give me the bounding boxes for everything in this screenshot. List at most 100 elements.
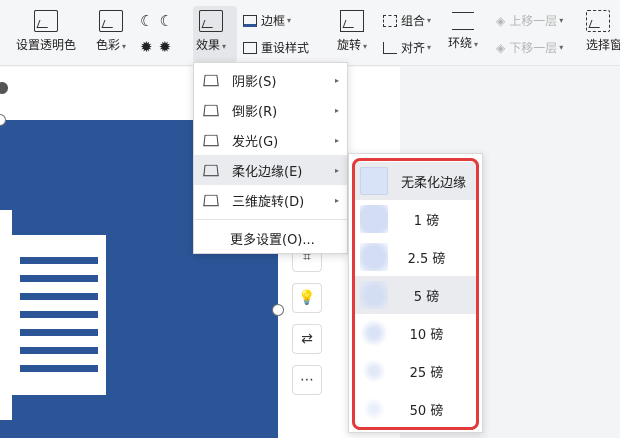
rotate-text: 旋转	[337, 38, 362, 52]
soft-edge-preview	[360, 395, 388, 423]
brightness-down-icon[interactable]: ☾	[159, 12, 172, 30]
brightness-up-icon[interactable]: ☾	[140, 12, 153, 30]
menu-item-label: 倒影(R)	[232, 104, 278, 120]
chevron-right-icon: ▸	[334, 165, 339, 175]
border-icon	[243, 14, 257, 27]
border-button[interactable]: 边框 ▾	[243, 12, 291, 29]
reset-style-icon	[243, 41, 257, 54]
page-line	[20, 275, 98, 282]
effects-icon	[199, 10, 224, 32]
wrap-text: 环绕	[448, 36, 473, 50]
border-label: 边框	[261, 14, 286, 28]
soft-edge-none[interactable]: 无柔化边缘	[354, 162, 479, 200]
more-icon[interactable]: ⋯	[292, 365, 322, 395]
soft-edge-50pt[interactable]: 50 磅	[354, 390, 479, 428]
effects-text: 效果	[196, 38, 221, 52]
menu-item-label: 三维旋转(D)	[232, 194, 305, 210]
menu-item-glow[interactable]: 发光(G) ▸	[194, 125, 347, 155]
bring-forward-icon: ◈	[496, 13, 506, 28]
menu-item-more-settings[interactable]: 更多设置(O)...	[194, 223, 347, 253]
soft-edge-1pt[interactable]: 1 磅	[354, 200, 479, 238]
lightbulb-icon[interactable]: 💡	[292, 283, 322, 313]
soft-edge-label: 5 磅	[413, 289, 440, 305]
soft-edge-preview	[360, 205, 388, 233]
page-line	[20, 293, 98, 300]
chevron-down-icon: ▾	[427, 16, 432, 25]
effects-button[interactable]: 效果 ▾	[196, 10, 226, 53]
color-label: 色彩 ▾	[96, 36, 126, 53]
soft-edges-submenu: 无柔化边缘 1 磅 2.5 磅 5 磅 10 磅 25 磅 50 磅	[348, 153, 483, 433]
app-window: 设置透明色 色彩 ▾ ☾ ☾ ✹ ✹ 效果 ▾ 边框 ▾ 重设样式 旋转 ▾ 组…	[0, 0, 620, 438]
picture-toolbar: 设置透明色 色彩 ▾ ☾ ☾ ✹ ✹ 效果 ▾ 边框 ▾ 重设样式 旋转 ▾ 组…	[0, 0, 620, 66]
send-backward-icon: ◈	[496, 40, 506, 55]
soft-edge-2-5pt[interactable]: 2.5 磅	[354, 238, 479, 276]
wrap-button[interactable]: 环绕 ▾	[448, 12, 478, 51]
reset-style-label: 重设样式	[261, 41, 310, 55]
contrast-down-icon[interactable]: ✹	[159, 38, 172, 56]
menu-item-shadow[interactable]: 阴影(S) ▸	[194, 65, 347, 95]
align-button[interactable]: 对齐 ▾	[383, 39, 431, 56]
rotate-button[interactable]: 旋转 ▾	[337, 10, 367, 53]
chevron-down-icon: ▾	[122, 42, 127, 51]
resize-handle-right[interactable]	[272, 304, 284, 316]
soft-edge-label: 无柔化边缘	[400, 175, 466, 191]
soft-edge-label: 10 磅	[409, 327, 444, 343]
color-button[interactable]: 色彩 ▾	[96, 10, 126, 53]
group-button[interactable]: 组合 ▾	[383, 12, 431, 29]
send-backward-button[interactable]: ◈ 下移一层 ▾	[496, 39, 563, 56]
more-glyph: ⋯	[300, 372, 314, 388]
wrap-label: 环绕 ▾	[448, 34, 478, 51]
menu-item-3d-rotation[interactable]: 三维旋转(D) ▸	[194, 185, 347, 215]
menu-item-soft-edges[interactable]: 柔化边缘(E) ▸	[194, 155, 347, 185]
chevron-right-icon: ▸	[334, 105, 339, 115]
chevron-down-icon: ▾	[559, 16, 564, 25]
bring-forward-label: 上移一层	[509, 14, 558, 28]
reflection-icon	[203, 104, 219, 117]
page-line	[20, 311, 98, 318]
soft-edge-label: 2.5 磅	[407, 251, 446, 267]
transparent-icon	[34, 10, 58, 32]
rotate-icon	[340, 10, 365, 32]
set-transparent-button[interactable]: 设置透明色	[16, 10, 76, 53]
soft-edge-preview	[360, 281, 388, 309]
more-settings-label: 更多设置(O)...	[230, 232, 315, 248]
chevron-down-icon: ▾	[363, 42, 368, 51]
menu-item-reflection[interactable]: 倒影(R) ▸	[194, 95, 347, 125]
selection-pane-button[interactable]: 选择窗	[586, 10, 620, 53]
align-icon	[383, 41, 397, 54]
soft-edge-preview	[360, 319, 388, 347]
chevron-right-icon: ▸	[334, 195, 339, 205]
group-label: 组合	[401, 14, 426, 28]
menu-item-label: 阴影(S)	[232, 74, 277, 90]
word-page-shape	[12, 235, 106, 395]
chevron-down-icon: ▾	[474, 40, 479, 49]
selection-pane-icon	[586, 10, 610, 32]
reset-style-button[interactable]: 重设样式	[243, 39, 309, 56]
soft-edge-25pt[interactable]: 25 磅	[354, 352, 479, 390]
color-icon	[99, 10, 124, 32]
bring-forward-button[interactable]: ◈ 上移一层 ▾	[496, 12, 563, 29]
page-line	[20, 257, 98, 264]
menu-item-label: 发光(G)	[232, 134, 279, 150]
menu-item-label: 柔化边缘(E)	[232, 164, 303, 180]
send-backward-label: 下移一层	[509, 41, 558, 55]
chevron-down-icon: ▾	[559, 43, 564, 52]
group-icon	[383, 14, 397, 27]
effects-menu: 阴影(S) ▸ 倒影(R) ▸ 发光(G) ▸ 柔化边缘(E) ▸ 三维旋转(D…	[193, 62, 348, 254]
page-line	[20, 365, 98, 372]
soft-edges-icon	[203, 164, 219, 177]
menu-separator	[194, 219, 347, 220]
soft-edge-preview	[360, 167, 388, 195]
soft-edge-label: 1 磅	[413, 213, 440, 229]
soft-edge-10pt[interactable]: 10 磅	[354, 314, 479, 352]
soft-edge-label: 50 磅	[409, 403, 444, 419]
brightness-buttons: ☾ ☾	[140, 12, 173, 30]
chevron-down-icon: ▾	[427, 43, 432, 52]
glow-icon	[203, 134, 219, 147]
soft-edge-preview	[360, 357, 388, 385]
convert-icon[interactable]: ⇄	[292, 324, 322, 354]
soft-edge-5pt[interactable]: 5 磅	[354, 276, 479, 314]
contrast-up-icon[interactable]: ✹	[140, 38, 153, 56]
soft-edge-preview	[360, 243, 388, 271]
chevron-right-icon: ▸	[334, 75, 339, 85]
